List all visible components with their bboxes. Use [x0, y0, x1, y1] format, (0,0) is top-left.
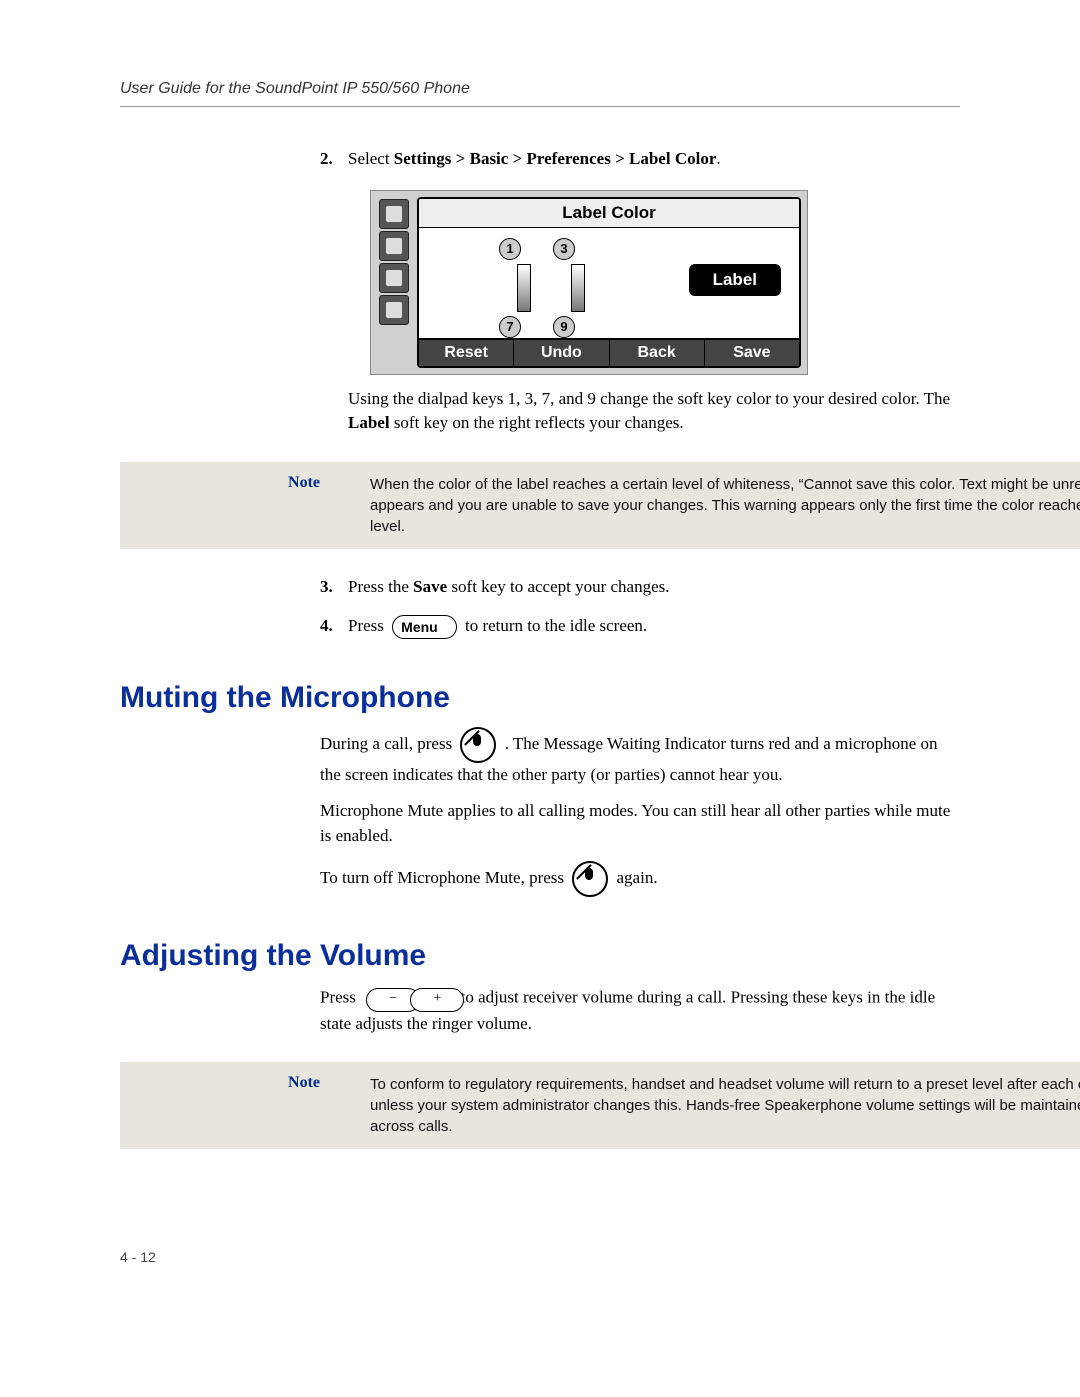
line-key-icon: [379, 263, 409, 293]
paragraph: Press − + to adjust receiver volume duri…: [320, 985, 960, 1037]
note-callout: Note When the color of the label reaches…: [120, 462, 1080, 549]
text: soft key to accept your changes.: [447, 577, 669, 596]
text: To turn off Microphone Mute, press: [320, 868, 568, 887]
note-text: When the color of the label reaches a ce…: [370, 474, 1080, 537]
mute-button-icon: [460, 727, 496, 763]
dialkey-1-badge: 1: [499, 238, 521, 260]
text: again.: [617, 868, 658, 887]
color-sliders: 1 3 7 9: [499, 238, 609, 338]
volume-rocker-icon: − +: [366, 985, 450, 1012]
text: Select: [348, 149, 394, 168]
paragraph: To turn off Microphone Mute, press again…: [320, 861, 960, 897]
step-number: 4.: [320, 614, 348, 639]
paragraph: During a call, press . The Message Waiti…: [320, 727, 960, 788]
softkey-back: Back: [610, 340, 705, 366]
step-text: Select Settings > Basic > Preferences > …: [348, 147, 960, 172]
softkey-undo: Undo: [514, 340, 609, 366]
note-label: Note: [120, 474, 370, 537]
step-number: 3.: [320, 575, 348, 600]
dialkey-9-badge: 9: [553, 316, 575, 338]
menu-path: Settings > Basic > Preferences > Label C…: [394, 149, 717, 168]
paragraph: Microphone Mute applies to all calling m…: [320, 799, 960, 848]
line-key-column: [377, 197, 413, 327]
body-column: 2. Select Settings > Basic > Preferences…: [320, 147, 960, 1265]
line-key-icon: [379, 295, 409, 325]
text: Press the: [348, 577, 413, 596]
heading-muting-microphone: Muting the Microphone: [120, 681, 960, 715]
text: .: [716, 149, 720, 168]
save-word: Save: [413, 577, 447, 596]
screen-frame: Label Color 1 3: [370, 190, 808, 375]
dialkey-3-badge: 3: [553, 238, 575, 260]
step-number: 2.: [320, 147, 348, 172]
text: Press: [320, 987, 360, 1006]
slider-track: [517, 264, 531, 312]
text: soft key on the right reflects your chan…: [390, 413, 684, 432]
softkey-save: Save: [705, 340, 799, 366]
mute-button-icon: [572, 861, 608, 897]
heading-adjusting-volume: Adjusting the Volume: [120, 939, 960, 973]
text: Press: [348, 616, 388, 635]
softkey-reset: Reset: [419, 340, 514, 366]
note-text: To conform to regulatory requirements, h…: [370, 1074, 1080, 1137]
text: During a call, press: [320, 734, 456, 753]
line-key-icon: [379, 231, 409, 261]
paragraph: Using the dialpad keys 1, 3, 7, and 9 ch…: [348, 387, 960, 436]
step-2: 2. Select Settings > Basic > Preferences…: [320, 147, 960, 172]
text: to return to the idle screen.: [465, 616, 647, 635]
page: User Guide for the SoundPoint IP 550/560…: [0, 0, 1080, 1345]
phone-screen-figure: Label Color 1 3: [370, 190, 960, 375]
softkey-row: Reset Undo Back Save: [419, 338, 799, 366]
step-text: Press the Save soft key to accept your c…: [348, 575, 960, 600]
slider-track: [571, 264, 585, 312]
screen-title: Label Color: [419, 199, 799, 228]
label-word: Label: [348, 413, 390, 432]
menu-button-icon: Menu: [392, 615, 457, 639]
dialkey-7-badge: 7: [499, 316, 521, 338]
page-number: 4 - 12: [120, 1249, 960, 1265]
step-4: 4. Press Menu to return to the idle scre…: [320, 614, 960, 639]
line-key-icon: [379, 199, 409, 229]
volume-up-icon: +: [410, 988, 464, 1012]
text: Using the dialpad keys 1, 3, 7, and 9 ch…: [348, 389, 950, 408]
step-text: Press Menu to return to the idle screen.: [348, 614, 960, 639]
note-label: Note: [120, 1074, 370, 1137]
running-header: User Guide for the SoundPoint IP 550/560…: [120, 80, 960, 107]
label-preview-button: Label: [689, 264, 781, 296]
screen-panel: Label Color 1 3: [417, 197, 801, 368]
step-3: 3. Press the Save soft key to accept you…: [320, 575, 960, 600]
screen-body: 1 3 7 9: [419, 228, 799, 338]
note-callout: Note To conform to regulatory requiremen…: [120, 1062, 1080, 1149]
